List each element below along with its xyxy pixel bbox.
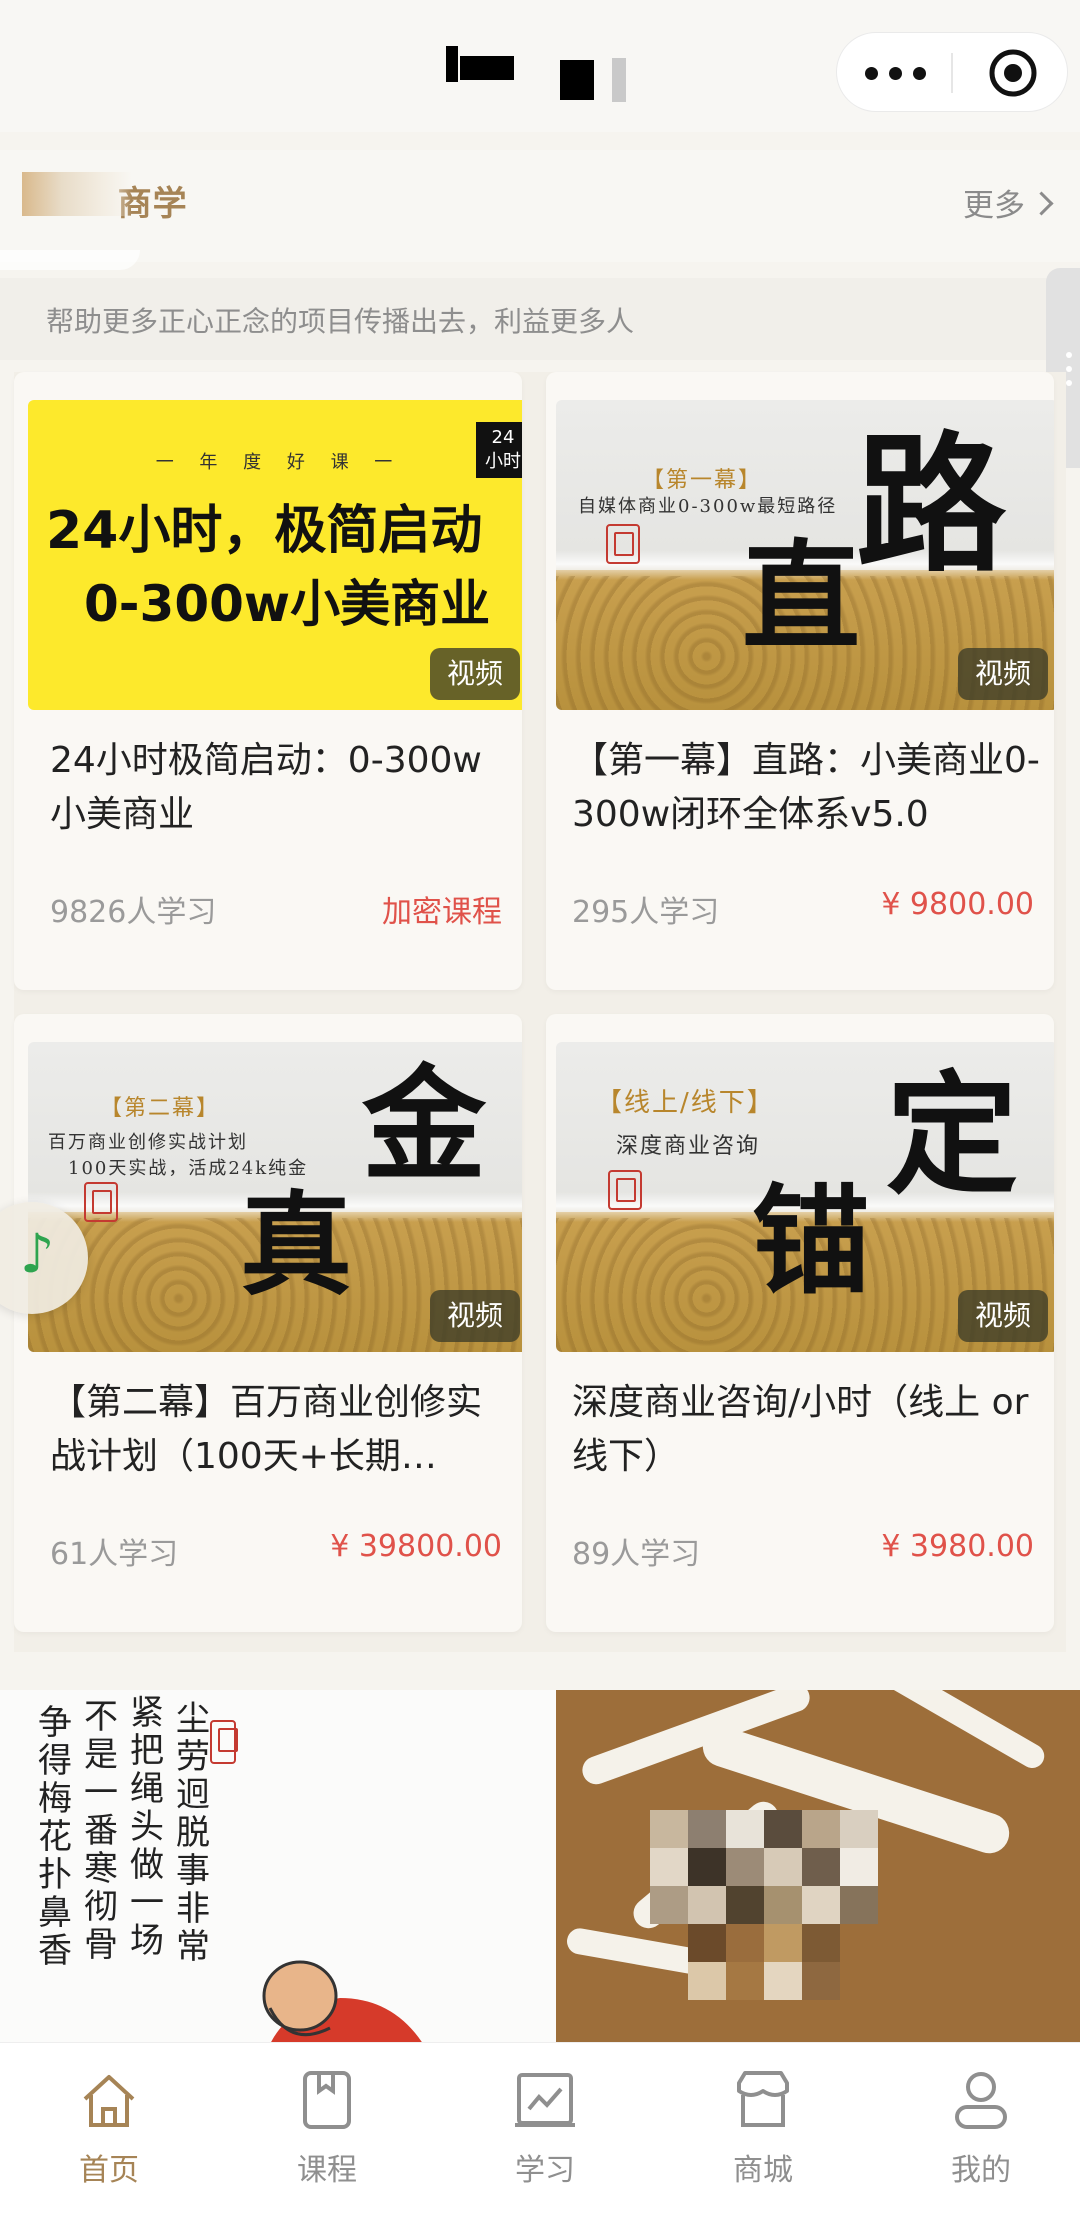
chevron-right-icon	[1029, 191, 1054, 216]
tab-label: 我的	[951, 2153, 1011, 2188]
tab-label: 商城	[733, 2153, 793, 2188]
tab-me[interactable]: 我的	[906, 2069, 1056, 2199]
video-tag: 视频	[958, 1290, 1048, 1342]
course-price: ¥ 39800.00	[330, 1529, 502, 1564]
course-thumbnail: 【第二幕】 百万商业创修实战计划 100天实战，活成24k纯金 金 真 视频	[28, 1042, 522, 1352]
learner-count: 9826人学习	[50, 895, 217, 930]
thumb-tag: 【第一幕】	[642, 468, 763, 493]
course-price: ¥ 9800.00	[881, 887, 1034, 922]
promo-banner[interactable]: 争得梅花扑鼻香 不是一番寒彻骨 紧把绳头做一场 尘劳迥脱事非常	[0, 1690, 1080, 2042]
tab-study[interactable]: 学习	[470, 2069, 620, 2199]
thumb-line: 深度商业咨询	[616, 1134, 761, 1159]
tab-store[interactable]: 商城	[688, 2069, 838, 2199]
course-title: 24小时极简启动：0-300w小美商业	[50, 740, 482, 835]
learner-count: 89人学习	[572, 1537, 701, 1572]
course-card[interactable]: 【线上/线下】 深度商业咨询 定 锚 视频 深度商业咨询/小时（线上 or 线下…	[546, 1014, 1054, 1632]
calligraphy-artwork: 争得梅花扑鼻香 不是一番寒彻骨 紧把绳头做一场 尘劳迥脱事非常	[0, 1690, 556, 2042]
calligraphy-char: 锚	[752, 1171, 871, 1310]
book-icon	[303, 2071, 351, 2129]
course-price: ¥ 3980.00	[881, 1529, 1034, 1564]
app-title-redacted	[440, 40, 640, 102]
course-thumbnail: 【线上/线下】 深度商业咨询 定 锚 视频	[556, 1042, 1054, 1352]
seal-icon	[608, 1170, 642, 1210]
learner-count: 61人学习	[50, 1537, 179, 1572]
duration-badge: 24 小时	[476, 422, 522, 478]
course-card[interactable]: 【第一幕】 自媒体商业0-300w最短路径 路 直 视频 【第一幕】直路：小美商…	[546, 372, 1054, 990]
target-icon[interactable]	[987, 47, 1039, 99]
thumb-line: 自媒体商业0-300w最短路径	[578, 496, 838, 517]
thumb-line: 100天实战，活成24k纯金	[68, 1158, 309, 1179]
tab-courses[interactable]: 课程	[252, 2069, 402, 2199]
calligraphy-char: 定	[886, 1058, 1018, 1213]
course-title: 深度商业咨询/小时（线上 or 线下）	[572, 1382, 1029, 1477]
header-tab-shadow	[0, 250, 140, 270]
thumb-subheadline: 0-300w小美商业	[84, 575, 491, 633]
course-price: 加密课程	[382, 895, 502, 930]
calligraphy-char: 金	[362, 1053, 487, 1198]
course-card[interactable]: 【第二幕】 百万商业创修实战计划 100天实战，活成24k纯金 金 真 视频 【…	[14, 1014, 522, 1632]
more-dots-icon[interactable]	[865, 59, 929, 87]
home-icon	[83, 2075, 135, 2127]
course-grid: 一 年 度 好 课 一 24小时，极简启动 0-300w小美商业 24 小时 视…	[14, 372, 1066, 1652]
calligraphy-column: 紧把绳头做一场	[130, 1693, 164, 1961]
calligraphy-char: 路	[856, 417, 1007, 593]
subtitle-bar: 帮助更多正心正念的项目传播出去，利益更多人	[0, 278, 1080, 360]
thumb-tag: 【第二幕】	[100, 1096, 221, 1121]
video-tag: 视频	[958, 648, 1048, 700]
calligraphy-column: 争得梅花扑鼻香	[38, 1703, 72, 1971]
thumb-tag: 一 年 度 好 课 一	[155, 452, 403, 473]
more-link[interactable]: 更多	[963, 180, 1054, 225]
music-note-icon: ♪	[20, 1222, 55, 1285]
bottom-tab-bar: 首页 课程 学习 商城 我的	[0, 2042, 1080, 2239]
course-card[interactable]: 一 年 度 好 课 一 24小时，极简启动 0-300w小美商业 24 小时 视…	[14, 372, 522, 990]
user-icon	[955, 2072, 1007, 2129]
learner-count: 295人学习	[572, 895, 720, 930]
chart-icon	[515, 2073, 575, 2127]
calligraphy-column: 尘劳迥脱事非常	[176, 1699, 210, 1967]
section-subtitle: 帮助更多正心正念的项目传播出去，利益更多人	[46, 305, 635, 338]
section-header: XXX商学 更多	[0, 150, 1080, 262]
section-title-redaction	[22, 172, 132, 216]
seal-icon	[606, 524, 640, 564]
video-tag: 视频	[430, 1290, 520, 1342]
monk-illustration	[262, 1960, 422, 2042]
calligraphy-char: 直	[742, 527, 861, 666]
course-title: 【第二幕】百万商业创修实战计划（100天+长期…	[50, 1382, 483, 1477]
thumb-line: 百万商业创修实战计划	[48, 1132, 248, 1153]
seal-icon	[84, 1182, 118, 1222]
top-navigation-bar	[0, 0, 1080, 132]
thumb-headline: 24小时，极简启动	[46, 501, 483, 561]
capsule-divider	[951, 53, 953, 93]
calligraphy-column: 不是一番寒彻骨	[84, 1697, 118, 1965]
seal-icon	[210, 1720, 238, 1764]
course-title: 【第一幕】直路：小美商业0-300w闭环全体系v5.0	[572, 740, 1040, 835]
thumb-tag: 【线上/线下】	[596, 1088, 775, 1118]
calligraphy-char: 真	[240, 1180, 352, 1311]
pixelated-figure	[650, 1810, 950, 2042]
video-tag: 视频	[430, 648, 520, 700]
tab-label: 首页	[79, 2153, 139, 2188]
tab-label: 学习	[515, 2153, 575, 2188]
course-thumbnail: 【第一幕】 自媒体商业0-300w最短路径 路 直 视频	[556, 400, 1054, 710]
tab-home[interactable]: 首页	[34, 2069, 184, 2199]
tab-label: 课程	[297, 2153, 357, 2188]
mini-program-capsule	[836, 32, 1068, 112]
course-thumbnail: 一 年 度 好 课 一 24小时，极简启动 0-300w小美商业 24 小时 视…	[28, 400, 522, 710]
store-icon	[737, 2071, 789, 2127]
